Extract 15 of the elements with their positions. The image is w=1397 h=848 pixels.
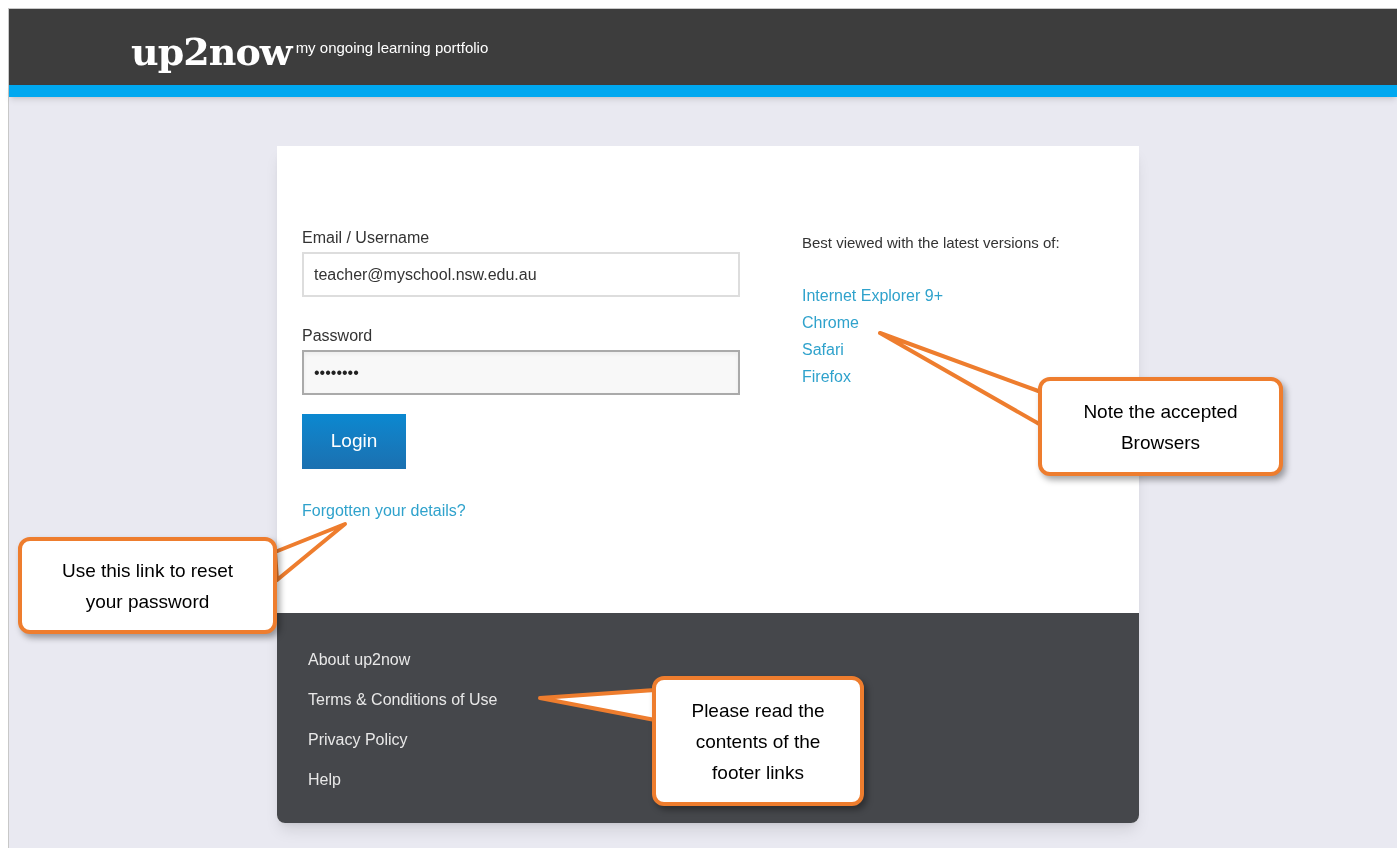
browsers-heading: Best viewed with the latest versions of: [802, 233, 1060, 253]
footer-link[interactable]: Privacy Policy [308, 728, 408, 752]
tagline: my ongoing learning portfolio [295, 37, 489, 58]
email-field[interactable]: teacher@myschool.nsw.edu.au [302, 252, 740, 297]
footer-link[interactable]: Help [308, 768, 341, 792]
password-label: Password [302, 326, 374, 346]
login-button[interactable]: Login [302, 414, 406, 469]
callout: Please read the contents of the footer links [652, 676, 864, 806]
callout: Note the accepted Browsers [1038, 377, 1283, 476]
footer-link[interactable]: Terms & Conditions of Use [308, 688, 498, 712]
footer-link[interactable]: About up2now [308, 648, 411, 672]
password-field[interactable]: •••••••• [302, 350, 740, 395]
callout: Use this link to reset your password [18, 537, 277, 634]
email-label: Email / Username [302, 228, 431, 248]
logo[interactable]: up2now [131, 33, 292, 71]
